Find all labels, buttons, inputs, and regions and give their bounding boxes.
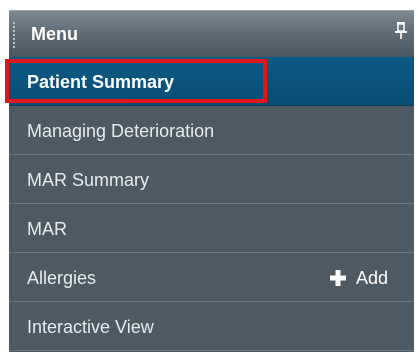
menu-item-mar[interactable]: MAR — [9, 204, 414, 253]
add-allergy-button[interactable]: Add — [329, 267, 388, 289]
plus-icon — [329, 270, 346, 286]
menu-item-label: MAR — [27, 219, 67, 239]
menu-item-interactive-view[interactable]: Interactive View — [9, 302, 414, 351]
drag-grip-icon[interactable] — [12, 21, 16, 49]
menu-header: Menu — [9, 10, 414, 57]
menu-item-label: Managing Deterioration — [27, 121, 215, 141]
menu-item-allergies[interactable]: Allergies Add — [9, 253, 414, 302]
pin-icon[interactable] — [394, 21, 408, 41]
menu-item-label: Allergies — [27, 268, 97, 288]
menu-panel: Menu Patient Summary Managing Deteriorat… — [0, 0, 418, 352]
menu-item-label: Patient Summary — [27, 72, 175, 92]
menu-item-label: MAR Summary — [27, 170, 150, 190]
menu-item-patient-summary[interactable]: Patient Summary — [5, 57, 414, 106]
menu-list: Patient Summary Managing Deterioration M… — [5, 57, 414, 352]
add-label: Add — [355, 267, 388, 288]
menu-item-managing-deterioration[interactable]: Managing Deterioration — [9, 106, 414, 155]
menu-item-label: Interactive View — [27, 317, 154, 337]
menu-title: Menu — [31, 24, 78, 44]
menu-item-mar-summary[interactable]: MAR Summary — [9, 155, 414, 204]
